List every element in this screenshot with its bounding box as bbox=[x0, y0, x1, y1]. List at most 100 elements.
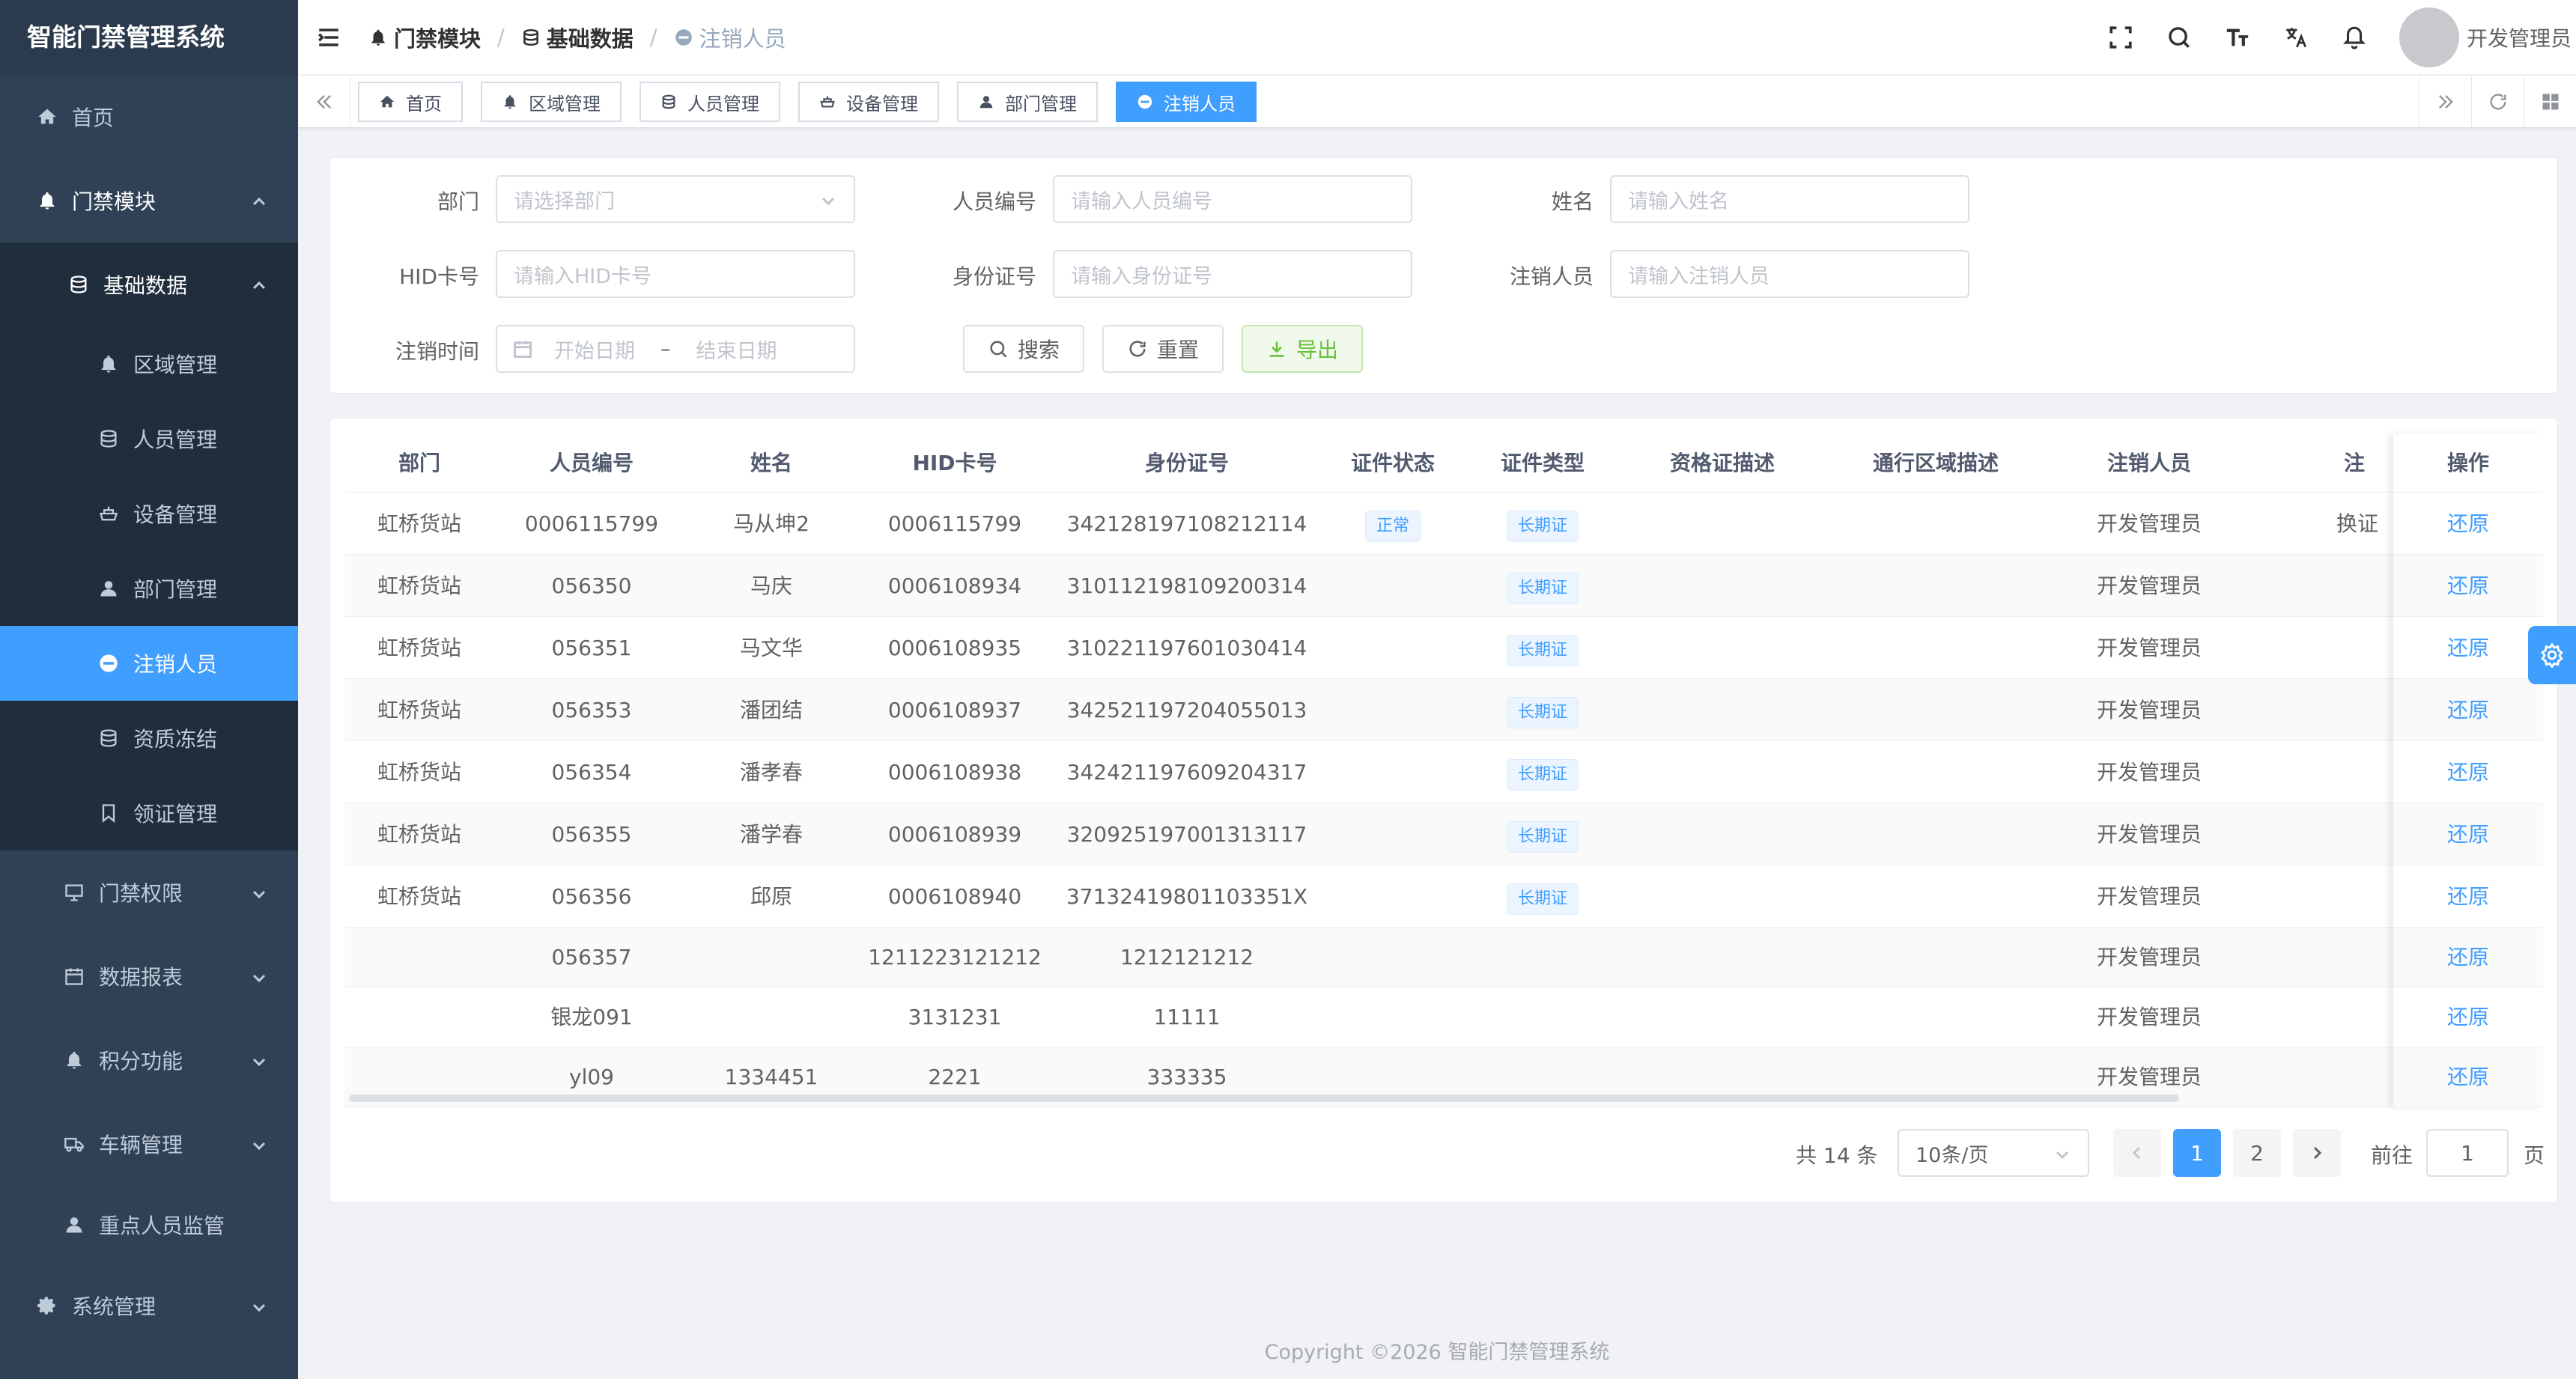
pagination-total: 共 14 条 bbox=[1796, 1143, 1878, 1168]
search-icon[interactable] bbox=[2166, 24, 2193, 51]
start-date-placeholder[interactable]: 开始日期 bbox=[554, 335, 635, 364]
table-row: 虹桥货站 056350 马庆 0006108934 310112198109200314… bbox=[344, 555, 2543, 617]
footer-copyright: Copyright ©2026 智能门禁管理系统 bbox=[1264, 1341, 1610, 1364]
tag-person[interactable]: 人员管理 bbox=[640, 82, 780, 122]
sidebar-item-basic-data[interactable]: 基础数据 bbox=[0, 243, 298, 326]
restore-link[interactable]: 还原 bbox=[2447, 573, 2489, 598]
sidebar-item-access-module[interactable]: 门禁模块 bbox=[0, 159, 298, 243]
breadcrumb-item[interactable]: 门禁模块 bbox=[368, 22, 481, 53]
hamburger-icon[interactable] bbox=[316, 25, 341, 50]
hid-placeholder: 请输入HID卡号 bbox=[514, 264, 652, 288]
id-card-input[interactable]: 请输入身份证号 bbox=[1053, 250, 1412, 298]
chevron-down-icon bbox=[819, 192, 837, 210]
restore-link[interactable]: 还原 bbox=[2447, 636, 2489, 660]
date-range-separator: – bbox=[660, 337, 671, 361]
sidebar-item-system[interactable]: 系统管理 bbox=[0, 1264, 298, 1348]
sidebar-item-label: 部门管理 bbox=[133, 577, 218, 602]
cell-dept bbox=[344, 928, 494, 987]
translate-icon[interactable] bbox=[2282, 24, 2309, 51]
cell-no: 056356 bbox=[551, 884, 632, 909]
page-1-button[interactable]: 1 bbox=[2173, 1129, 2221, 1177]
sidebar-item-home[interactable]: 首页 bbox=[0, 75, 298, 159]
font-size-icon[interactable] bbox=[2224, 24, 2251, 51]
truck-icon bbox=[63, 1133, 85, 1155]
restore-link[interactable]: 还原 bbox=[2447, 884, 2489, 909]
sidebar-item-vehicle[interactable]: 车辆管理 bbox=[0, 1102, 298, 1186]
sidebar-item-area[interactable]: 区域管理 bbox=[0, 326, 298, 401]
date-range-picker[interactable]: 开始日期 – 结束日期 bbox=[496, 325, 855, 373]
cert-type-badge: 长期证 bbox=[1506, 821, 1579, 853]
emp-no-input[interactable]: 请输入人员编号 bbox=[1053, 175, 1412, 223]
sidebar-item-person[interactable]: 人员管理 bbox=[0, 401, 298, 476]
tag-label: 部门管理 bbox=[1005, 93, 1077, 115]
restore-link[interactable]: 还原 bbox=[2447, 760, 2489, 785]
grid-menu-icon[interactable] bbox=[2524, 76, 2576, 128]
dept-select[interactable]: 请选择部门 bbox=[496, 175, 855, 223]
tag-area[interactable]: 区域管理 bbox=[481, 82, 622, 122]
sidebar-item-report[interactable]: 数据报表 bbox=[0, 934, 298, 1018]
database-icon bbox=[97, 727, 120, 749]
avatar[interactable] bbox=[2399, 7, 2459, 67]
cell-canceller: 开发管理员 bbox=[2096, 884, 2202, 909]
sidebar-item-dept[interactable]: 部门管理 bbox=[0, 551, 298, 626]
tag-device[interactable]: 设备管理 bbox=[798, 82, 939, 122]
sidebar-item-device[interactable]: 设备管理 bbox=[0, 476, 298, 551]
minus-circle-icon bbox=[1137, 94, 1152, 109]
hid-label: HID卡号 bbox=[399, 264, 479, 289]
refresh-icon[interactable] bbox=[2471, 76, 2524, 128]
prev-page-button[interactable] bbox=[2113, 1129, 2161, 1177]
end-date-placeholder[interactable]: 结束日期 bbox=[696, 335, 777, 364]
canceller-input[interactable]: 请输入注销人员 bbox=[1610, 250, 1969, 298]
breadcrumb-label: 注销人员 bbox=[699, 25, 786, 52]
device-icon bbox=[97, 502, 120, 525]
hid-input[interactable]: 请输入HID卡号 bbox=[496, 250, 855, 298]
sidebar-item-points[interactable]: 积分功能 bbox=[0, 1018, 298, 1102]
restore-link[interactable]: 还原 bbox=[2447, 511, 2489, 536]
tag-home[interactable]: 首页 bbox=[358, 82, 463, 122]
restore-link[interactable]: 还原 bbox=[2447, 698, 2489, 722]
goto-page-input[interactable]: 1 bbox=[2426, 1129, 2509, 1177]
table-horizontal-scrollbar[interactable] bbox=[349, 1095, 2179, 1102]
breadcrumb-item[interactable]: 基础数据 bbox=[521, 22, 634, 53]
cell-canceller: 开发管理员 bbox=[2096, 945, 2202, 969]
col-header-name: 姓名 bbox=[750, 451, 792, 475]
chevron-down-icon bbox=[250, 1135, 268, 1153]
restore-link[interactable]: 还原 bbox=[2447, 822, 2489, 847]
settings-button[interactable] bbox=[2528, 626, 2576, 684]
scroll-left-icon[interactable] bbox=[298, 76, 350, 128]
scroll-right-icon[interactable] bbox=[2419, 76, 2471, 128]
operation-cell: 还原 bbox=[2393, 679, 2543, 741]
operation-cell: 还原 bbox=[2393, 617, 2543, 679]
restore-link[interactable]: 还原 bbox=[2447, 1065, 2489, 1089]
restore-link[interactable]: 还原 bbox=[2447, 945, 2489, 969]
tag-dept[interactable]: 部门管理 bbox=[957, 82, 1098, 122]
cell-idcard: 37132419801103351X bbox=[1066, 884, 1308, 909]
reset-button[interactable]: 重置 bbox=[1102, 325, 1224, 373]
sidebar-item-license[interactable]: 领证管理 bbox=[0, 776, 298, 850]
col-header-canceller: 注销人员 bbox=[2106, 451, 2191, 475]
page-size-select[interactable]: 10条/页 bbox=[1898, 1129, 2089, 1177]
search-button[interactable]: 搜索 bbox=[963, 325, 1084, 373]
restore-link[interactable]: 还原 bbox=[2447, 1005, 2489, 1029]
minus-circle-icon bbox=[675, 28, 692, 46]
database-icon bbox=[662, 94, 675, 109]
next-page-button[interactable] bbox=[2293, 1129, 2341, 1177]
sidebar-item-permission[interactable]: 门禁权限 bbox=[0, 850, 298, 934]
sidebar-item-label: 领证管理 bbox=[133, 802, 218, 827]
page-2-button[interactable]: 2 bbox=[2233, 1129, 2281, 1177]
cell-idcard: 310112198109200314 bbox=[1066, 573, 1307, 598]
username[interactable]: 开发管理员 bbox=[2467, 22, 2572, 52]
sidebar: 智能门禁管理系统 首页 门禁模块 基础数据 区域管理 人员管理 设备管理 部门管… bbox=[0, 0, 298, 1379]
fullscreen-icon[interactable] bbox=[2107, 24, 2134, 51]
sidebar-item-cancelled[interactable]: 注销人员 bbox=[0, 626, 298, 701]
notification-bell-icon[interactable] bbox=[2341, 24, 2368, 51]
export-button[interactable]: 导出 bbox=[1242, 325, 1363, 373]
cell-no: 056350 bbox=[551, 573, 632, 598]
cell-type: 长期证 bbox=[1468, 803, 1617, 865]
sidebar-item-freeze[interactable]: 资质冻结 bbox=[0, 701, 298, 776]
name-input[interactable]: 请输入姓名 bbox=[1610, 175, 1969, 223]
cell-reason bbox=[2261, 1047, 2393, 1107]
bell-icon bbox=[97, 353, 120, 375]
tag-cancelled[interactable]: 注销人员 bbox=[1116, 82, 1257, 122]
sidebar-item-key-person[interactable]: 重点人员监管 bbox=[0, 1186, 298, 1264]
